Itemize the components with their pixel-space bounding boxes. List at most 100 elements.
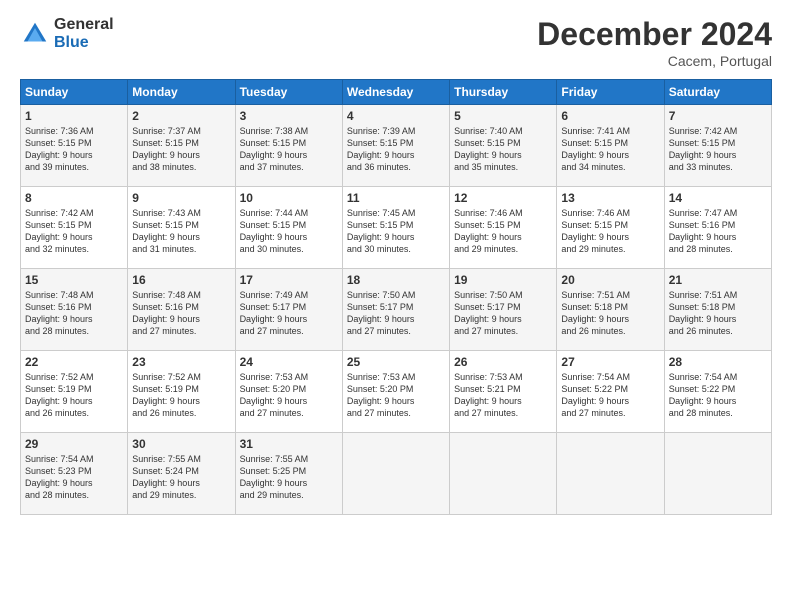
cell-content: Sunrise: 7:51 AM Sunset: 5:18 PM Dayligh… [561, 289, 659, 338]
cell-content: Sunrise: 7:42 AM Sunset: 5:15 PM Dayligh… [25, 207, 123, 256]
table-row: 20 Sunrise: 7:51 AM Sunset: 5:18 PM Dayli… [557, 269, 664, 351]
cell-content: Sunrise: 7:46 AM Sunset: 5:15 PM Dayligh… [561, 207, 659, 256]
calendar-week-row: 8Sunrise: 7:42 AM Sunset: 5:15 PM Daylig… [21, 187, 772, 269]
cell-content: Sunrise: 7:44 AM Sunset: 5:15 PM Dayligh… [240, 207, 338, 256]
cell-content: Sunrise: 7:51 AM Sunset: 5:18 PM Dayligh… [669, 289, 767, 338]
day-number: 3 [240, 109, 338, 123]
cell-content: Sunrise: 7:39 AM Sunset: 5:15 PM Dayligh… [347, 125, 445, 174]
cell-content: Sunrise: 7:53 AM Sunset: 5:20 PM Dayligh… [240, 371, 338, 420]
table-row: 27Sunrise: 7:54 AM Sunset: 5:22 PM Dayli… [557, 351, 664, 433]
table-row: 12 Sunrise: 7:46 AM Sunset: 5:15 PM Dayli… [450, 187, 557, 269]
calendar-week-row: 22 Sunrise: 7:52 AM Sunset: 5:19 PM Dayli… [21, 351, 772, 433]
table-row: 6 Sunrise: 7:41 AM Sunset: 5:15 PM Daylig… [557, 105, 664, 187]
day-number: 28 [669, 355, 767, 369]
table-row: 2 Sunrise: 7:37 AM Sunset: 5:15 PM Daylig… [128, 105, 235, 187]
table-row: 26 Sunrise: 7:53 AM Sunset: 5:21 PM Dayli… [450, 351, 557, 433]
cell-content: Sunrise: 7:50 AM Sunset: 5:17 PM Dayligh… [347, 289, 445, 338]
day-number: 4 [347, 109, 445, 123]
month-year: December 2024 [537, 16, 772, 53]
table-row: 14Sunrise: 7:47 AM Sunset: 5:16 PM Dayli… [664, 187, 771, 269]
col-wednesday: Wednesday [342, 80, 449, 105]
cell-content: Sunrise: 7:38 AM Sunset: 5:15 PM Dayligh… [240, 125, 338, 174]
cell-content: Sunrise: 7:53 AM Sunset: 5:21 PM Dayligh… [454, 371, 552, 420]
day-number: 20 [561, 273, 659, 287]
table-row: 23 Sunrise: 7:52 AM Sunset: 5:19 PM Dayli… [128, 351, 235, 433]
table-row: 18 Sunrise: 7:50 AM Sunset: 5:17 PM Dayli… [342, 269, 449, 351]
day-number: 24 [240, 355, 338, 369]
logo-text: General Blue [54, 16, 114, 51]
cell-content: Sunrise: 7:41 AM Sunset: 5:15 PM Dayligh… [561, 125, 659, 174]
table-row: 7 Sunrise: 7:42 AM Sunset: 5:15 PM Daylig… [664, 105, 771, 187]
cell-content: Sunrise: 7:54 AM Sunset: 5:23 PM Dayligh… [25, 453, 123, 502]
day-number: 10 [240, 191, 338, 205]
table-row: 21Sunrise: 7:51 AM Sunset: 5:18 PM Dayli… [664, 269, 771, 351]
table-row: 4 Sunrise: 7:39 AM Sunset: 5:15 PM Daylig… [342, 105, 449, 187]
day-number: 1 [25, 109, 123, 123]
table-row: 9 Sunrise: 7:43 AM Sunset: 5:15 PM Daylig… [128, 187, 235, 269]
day-number: 6 [561, 109, 659, 123]
day-number: 15 [25, 273, 123, 287]
col-friday: Friday [557, 80, 664, 105]
col-sunday: Sunday [21, 80, 128, 105]
logo-general: General [54, 16, 114, 34]
table-row: 13Sunrise: 7:46 AM Sunset: 5:15 PM Dayli… [557, 187, 664, 269]
location: Cacem, Portugal [537, 53, 772, 69]
table-row: 31Sunrise: 7:55 AM Sunset: 5:25 PM Dayli… [235, 433, 342, 515]
cell-content: Sunrise: 7:52 AM Sunset: 5:19 PM Dayligh… [132, 371, 230, 420]
day-number: 16 [132, 273, 230, 287]
day-number: 7 [669, 109, 767, 123]
calendar-header-row: Sunday Monday Tuesday Wednesday Thursday… [21, 80, 772, 105]
logo: General Blue [20, 16, 114, 51]
day-number: 23 [132, 355, 230, 369]
table-row: 11Sunrise: 7:45 AM Sunset: 5:15 PM Dayli… [342, 187, 449, 269]
table-row: 10 Sunrise: 7:44 AM Sunset: 5:15 PM Dayli… [235, 187, 342, 269]
calendar-week-row: 1 Sunrise: 7:36 AM Sunset: 5:15 PM Daylig… [21, 105, 772, 187]
day-number: 17 [240, 273, 338, 287]
table-row: 19 Sunrise: 7:50 AM Sunset: 5:17 PM Dayli… [450, 269, 557, 351]
table-row: 1 Sunrise: 7:36 AM Sunset: 5:15 PM Daylig… [21, 105, 128, 187]
table-row [557, 433, 664, 515]
table-row: 8Sunrise: 7:42 AM Sunset: 5:15 PM Daylig… [21, 187, 128, 269]
cell-content: Sunrise: 7:48 AM Sunset: 5:16 PM Dayligh… [25, 289, 123, 338]
cell-content: Sunrise: 7:50 AM Sunset: 5:17 PM Dayligh… [454, 289, 552, 338]
cell-content: Sunrise: 7:43 AM Sunset: 5:15 PM Dayligh… [132, 207, 230, 256]
day-number: 9 [132, 191, 230, 205]
cell-content: Sunrise: 7:37 AM Sunset: 5:15 PM Dayligh… [132, 125, 230, 174]
table-row: 28Sunrise: 7:54 AM Sunset: 5:22 PM Dayli… [664, 351, 771, 433]
cell-content: Sunrise: 7:52 AM Sunset: 5:19 PM Dayligh… [25, 371, 123, 420]
table-row [450, 433, 557, 515]
day-number: 19 [454, 273, 552, 287]
header: General Blue December 2024 Cacem, Portug… [20, 16, 772, 69]
day-number: 5 [454, 109, 552, 123]
title-block: December 2024 Cacem, Portugal [537, 16, 772, 69]
cell-content: Sunrise: 7:40 AM Sunset: 5:15 PM Dayligh… [454, 125, 552, 174]
calendar-table: Sunday Monday Tuesday Wednesday Thursday… [20, 79, 772, 515]
col-thursday: Thursday [450, 80, 557, 105]
table-row: 22 Sunrise: 7:52 AM Sunset: 5:19 PM Dayli… [21, 351, 128, 433]
table-row: 24 Sunrise: 7:53 AM Sunset: 5:20 PM Dayli… [235, 351, 342, 433]
cell-content: Sunrise: 7:42 AM Sunset: 5:15 PM Dayligh… [669, 125, 767, 174]
day-number: 2 [132, 109, 230, 123]
day-number: 25 [347, 355, 445, 369]
day-number: 18 [347, 273, 445, 287]
cell-content: Sunrise: 7:47 AM Sunset: 5:16 PM Dayligh… [669, 207, 767, 256]
day-number: 26 [454, 355, 552, 369]
cell-content: Sunrise: 7:45 AM Sunset: 5:15 PM Dayligh… [347, 207, 445, 256]
cell-content: Sunrise: 7:36 AM Sunset: 5:15 PM Dayligh… [25, 125, 123, 174]
cell-content: Sunrise: 7:49 AM Sunset: 5:17 PM Dayligh… [240, 289, 338, 338]
table-row: 25 Sunrise: 7:53 AM Sunset: 5:20 PM Dayli… [342, 351, 449, 433]
cell-content: Sunrise: 7:48 AM Sunset: 5:16 PM Dayligh… [132, 289, 230, 338]
cell-content: Sunrise: 7:54 AM Sunset: 5:22 PM Dayligh… [561, 371, 659, 420]
day-number: 30 [132, 437, 230, 451]
cell-content: Sunrise: 7:46 AM Sunset: 5:15 PM Dayligh… [454, 207, 552, 256]
calendar-week-row: 29Sunrise: 7:54 AM Sunset: 5:23 PM Dayli… [21, 433, 772, 515]
day-number: 31 [240, 437, 338, 451]
table-row: 17 Sunrise: 7:49 AM Sunset: 5:17 PM Dayli… [235, 269, 342, 351]
cell-content: Sunrise: 7:53 AM Sunset: 5:20 PM Dayligh… [347, 371, 445, 420]
table-row: 15 Sunrise: 7:48 AM Sunset: 5:16 PM Dayli… [21, 269, 128, 351]
table-row: 16 Sunrise: 7:48 AM Sunset: 5:16 PM Dayli… [128, 269, 235, 351]
day-number: 12 [454, 191, 552, 205]
page-container: General Blue December 2024 Cacem, Portug… [0, 0, 792, 525]
cell-content: Sunrise: 7:55 AM Sunset: 5:24 PM Dayligh… [132, 453, 230, 502]
day-number: 22 [25, 355, 123, 369]
